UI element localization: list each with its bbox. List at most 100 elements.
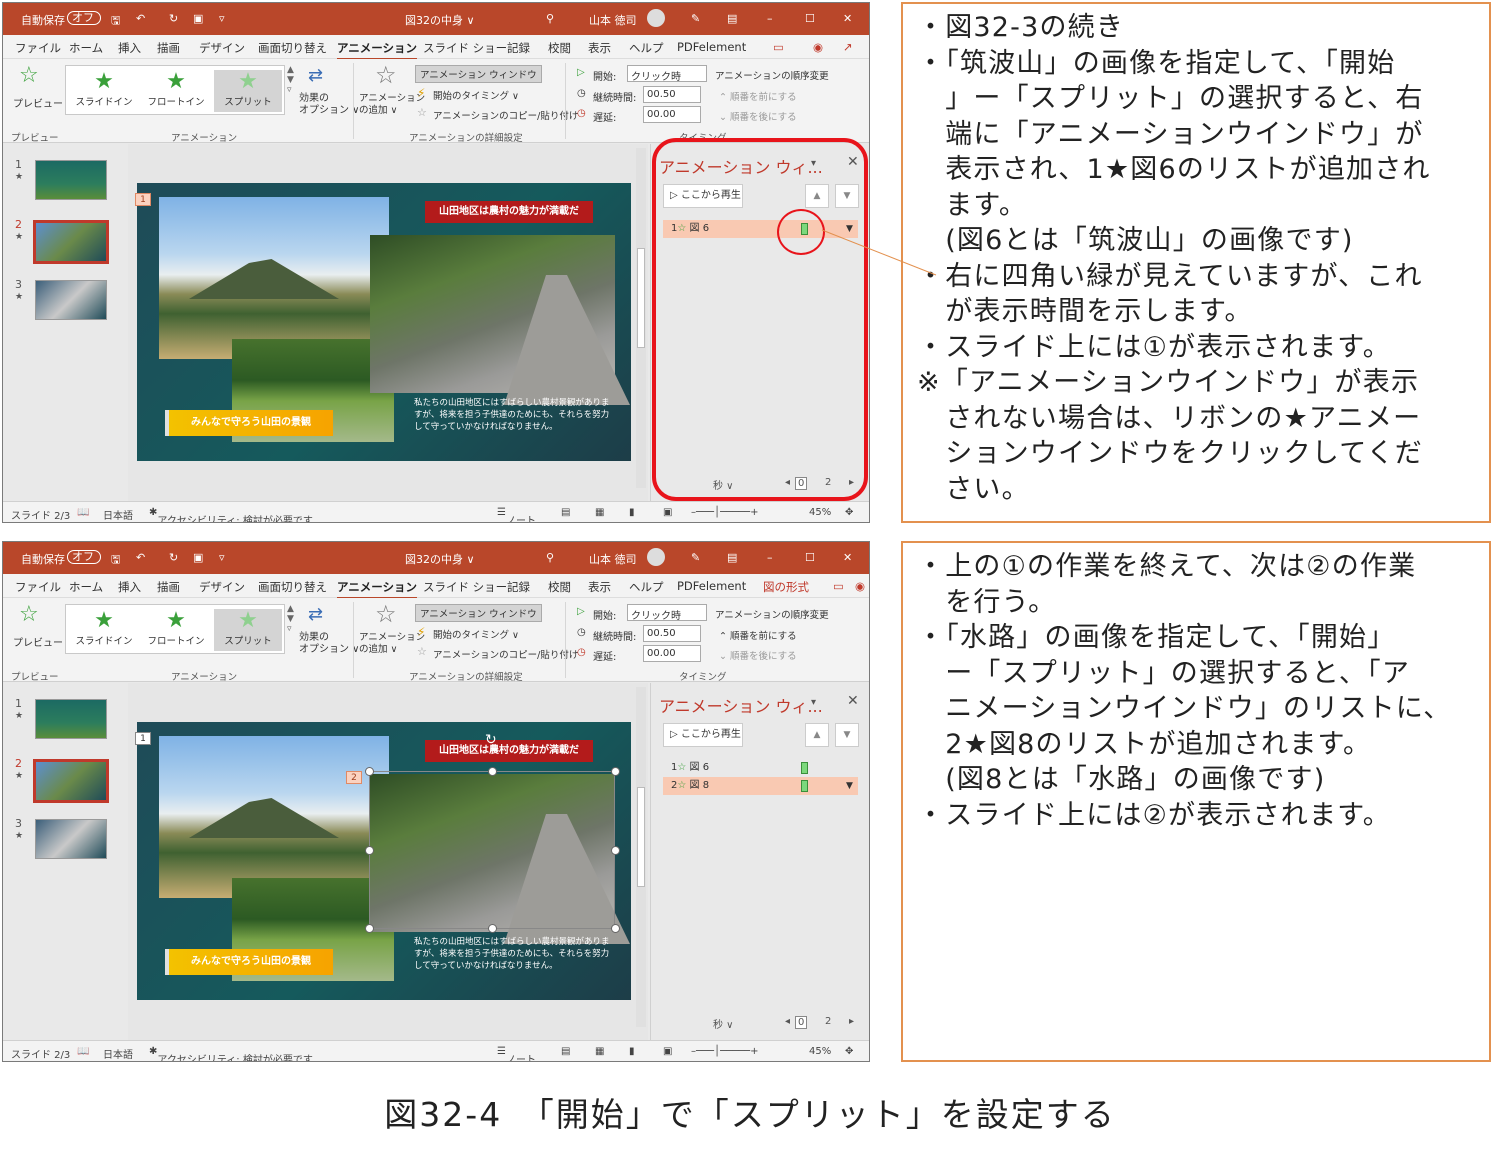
title-banner[interactable]: 山田地区は農村の魅力が満載だ <box>425 183 593 245</box>
add-animation-button[interactable]: アニメーション の追加 ∨ <box>359 93 425 117</box>
tab-10[interactable]: 表示 <box>588 40 611 56</box>
gallery-item[interactable]: ★ フロートイン <box>142 70 210 112</box>
close-icon[interactable]: ✕ <box>843 551 852 564</box>
tab-12[interactable]: PDFelement <box>677 579 746 593</box>
slogan-banner[interactable]: みんなで守ろう山田の景観 <box>165 410 333 436</box>
effect-options-button[interactable]: 効果の オプション ∨ <box>299 632 360 656</box>
resize-handle[interactable] <box>611 767 620 776</box>
avatar[interactable] <box>647 548 665 566</box>
share-icon[interactable]: ↗ <box>843 40 853 54</box>
animation-list-item[interactable]: 2☆ 図 8 ▼ <box>663 777 858 795</box>
trigger-button[interactable]: 開始のタイミング ∨ <box>433 627 519 641</box>
language[interactable]: 日本語 <box>103 1046 133 1061</box>
resize-handle[interactable] <box>488 767 497 776</box>
animation-pane-button[interactable]: アニメーション ウィンドウ <box>415 604 542 622</box>
timing-bar[interactable] <box>801 762 808 774</box>
maximize-icon[interactable]: ☐ <box>805 551 815 564</box>
start-select[interactable]: クリック時 <box>627 65 707 83</box>
resize-handle[interactable] <box>488 924 497 933</box>
chevron-down-icon[interactable]: ▼ <box>846 777 853 795</box>
tab-7[interactable]: スライド ショー <box>423 579 507 595</box>
rotate-icon[interactable]: ↻ <box>485 732 497 748</box>
slideshow-view-icon[interactable]: ▣ <box>663 507 672 518</box>
slogan-banner[interactable]: みんなで守ろう山田の景観 <box>165 949 333 975</box>
notes-button[interactable]: ☰ ノート <box>497 507 536 522</box>
reading-view-icon[interactable]: ▮ <box>629 1046 635 1057</box>
gallery-item[interactable]: ★ フロートイン <box>142 609 210 651</box>
reading-view-icon[interactable]: ▮ <box>629 507 635 518</box>
redo-icon[interactable]: ↻ <box>169 12 178 25</box>
resize-handle[interactable] <box>611 924 620 933</box>
start-select[interactable]: クリック時 <box>627 604 707 622</box>
move-down-button[interactable]: ▼ <box>835 723 859 747</box>
zoom-slider[interactable]: –───│─────+ <box>691 507 759 518</box>
tab-6[interactable]: アニメーション <box>337 40 418 60</box>
slide-thumbnail[interactable] <box>33 220 109 264</box>
tab-4[interactable]: デザイン <box>199 40 245 56</box>
pane-options-icon[interactable]: ▾ <box>811 697 816 708</box>
pen-icon[interactable]: ✎ <box>691 12 700 25</box>
record-icon[interactable]: ◉ <box>813 40 823 54</box>
document-title[interactable]: 図32の中身 ∨ <box>405 551 475 567</box>
tab-3[interactable]: 描画 <box>157 40 180 56</box>
move-earlier-button[interactable]: ⌃ 順番を前にする <box>719 628 797 642</box>
tab-5[interactable]: 画面切り替え <box>258 40 327 56</box>
title-banner[interactable]: 山田地区は農村の魅力が満載だ <box>425 722 593 784</box>
zoom-level[interactable]: 45% <box>809 1046 831 1057</box>
tab-12[interactable]: PDFelement <box>677 40 746 54</box>
timeline-prev[interactable]: ◂ <box>785 1016 790 1027</box>
tab-5[interactable]: 画面切り替え <box>258 579 327 595</box>
trigger-button[interactable]: 開始のタイミング ∨ <box>433 88 519 102</box>
gallery-item[interactable]: ★ スライドイン <box>70 70 138 112</box>
tab-9[interactable]: 校閲 <box>548 40 571 56</box>
resize-handle[interactable] <box>611 846 620 855</box>
minimize-icon[interactable]: – <box>767 551 773 564</box>
record-icon[interactable]: ◉ <box>855 579 865 593</box>
delay-input[interactable]: 00.00 <box>643 106 701 123</box>
tab-2[interactable]: 挿入 <box>118 40 141 56</box>
preview-button[interactable]: プレビュー <box>13 95 63 110</box>
normal-view-icon[interactable]: ▤ <box>561 1046 570 1057</box>
duration-input[interactable]: 00.50 <box>643 86 701 103</box>
fit-slide-icon[interactable]: ✥ <box>845 1046 853 1057</box>
document-title[interactable]: 図32の中身 ∨ <box>405 12 475 28</box>
seconds-dropdown[interactable]: 秒 ∨ <box>713 1016 734 1031</box>
resize-handle[interactable] <box>365 767 374 776</box>
spellcheck-icon[interactable]: 📖 <box>77 507 89 518</box>
slide-thumbnail[interactable] <box>33 759 109 803</box>
ribbon-display-icon[interactable]: ▤ <box>727 551 737 564</box>
slide-body-text[interactable]: 私たちの山田地区にはすばらしい農村景観がありますが、将来を担う子供達のためにも、… <box>414 936 610 972</box>
gallery-item[interactable]: ★ スライドイン <box>70 609 138 651</box>
move-earlier-button[interactable]: ⌃ 順番を前にする <box>719 89 797 103</box>
slide-thumbnail[interactable] <box>35 819 107 859</box>
tsukuba-image[interactable] <box>159 197 389 359</box>
gallery-item[interactable]: ★ スプリット <box>214 609 282 651</box>
slide-canvas[interactable]: 山田地区は農村の魅力が満載だ みんなで守ろう山田の景観 私たちの山田地区にはすば… <box>137 183 631 461</box>
save-icon[interactable]: 🖫 <box>111 551 120 570</box>
play-from-button[interactable]: ▷ ここから再生 <box>663 723 743 747</box>
sorter-view-icon[interactable]: ▦ <box>595 1046 604 1057</box>
animation-marker[interactable]: 2 <box>346 771 362 784</box>
tab-0[interactable]: ファイル <box>15 40 61 56</box>
tab-7[interactable]: スライド ショー <box>423 40 507 56</box>
tab-10[interactable]: 表示 <box>588 579 611 595</box>
gallery-scroll[interactable]: ▲ ▼ ▿ <box>287 65 294 95</box>
delay-input[interactable]: 00.00 <box>643 645 701 662</box>
add-animation-button[interactable]: アニメーション の追加 ∨ <box>359 632 425 656</box>
accessibility-status[interactable]: ✱ アクセシビリティ: 検討が必要です <box>149 507 313 522</box>
editor-scrollbar[interactable] <box>636 687 646 1027</box>
close-icon[interactable]: ✕ <box>843 12 852 25</box>
slide-thumbnail[interactable] <box>35 160 107 200</box>
zoom-level[interactable]: 45% <box>809 507 831 518</box>
comment-icon[interactable]: ▭ <box>773 40 784 54</box>
ribbon-display-icon[interactable]: ▤ <box>727 12 737 25</box>
fit-slide-icon[interactable]: ✥ <box>845 507 853 518</box>
tab-6[interactable]: アニメーション <box>337 579 418 599</box>
customize-icon[interactable]: ▿ <box>219 551 225 564</box>
gallery-scroll[interactable]: ▲ ▼ ▿ <box>287 604 294 634</box>
present-icon[interactable]: ▣ <box>193 551 203 564</box>
comment-icon[interactable]: ▭ <box>833 579 844 593</box>
avatar[interactable] <box>647 9 665 27</box>
normal-view-icon[interactable]: ▤ <box>561 507 570 518</box>
minimize-icon[interactable]: – <box>767 12 773 25</box>
